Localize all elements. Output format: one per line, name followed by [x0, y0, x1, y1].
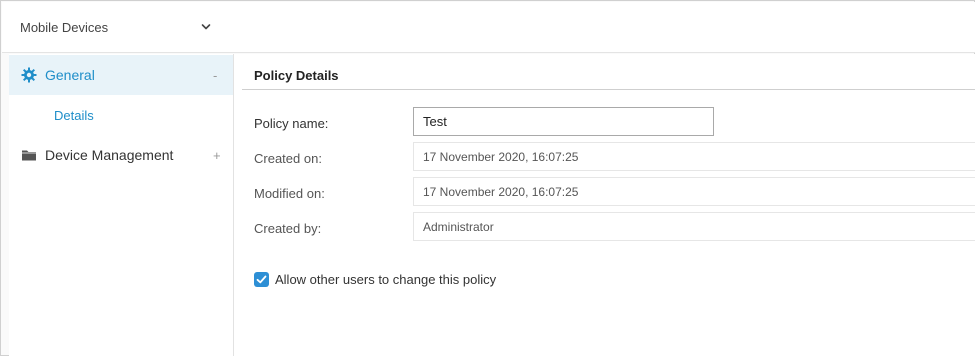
sidebar-item-label: Device Management [45, 147, 174, 163]
allow-change-checkbox[interactable] [254, 272, 269, 287]
sidebar-item-details[interactable]: Details [9, 95, 233, 135]
created-on-label: Created on: [254, 151, 322, 166]
modified-on-value: 17 November 2020, 16:07:25 [413, 177, 975, 206]
checkmark-icon [256, 275, 267, 284]
sidebar-item-label: General [45, 67, 95, 83]
sidebar-item-general[interactable]: General - [9, 55, 233, 95]
folder-icon [22, 150, 36, 161]
selector-label: Mobile Devices [20, 20, 109, 35]
created-on-value: 17 November 2020, 16:07:25 [413, 142, 975, 171]
policy-details-panel: Policy Details Policy name: Test Created… [234, 54, 975, 356]
expand-toggle[interactable]: + [213, 148, 221, 163]
created-by-label: Created by: [254, 221, 322, 236]
collapse-toggle[interactable]: - [213, 68, 217, 83]
policy-name-input[interactable]: Test [413, 107, 714, 136]
sidebar: General - Details Device Management + [9, 54, 233, 356]
sidebar-item-device-management[interactable]: Device Management + [9, 135, 233, 175]
sidebar-item-label: Details [54, 107, 94, 123]
section-title: Policy Details [254, 68, 339, 83]
chevron-down-icon [201, 24, 211, 30]
modified-on-label: Modified on: [254, 186, 325, 201]
gear-icon [21, 67, 37, 83]
mobile-devices-selector[interactable]: Mobile Devices [2, 2, 228, 53]
window: Mobile Devices General - Details Device … [0, 0, 975, 356]
top-bar: Mobile Devices [2, 2, 975, 53]
allow-change-label[interactable]: Allow other users to change this policy [275, 272, 496, 287]
section-divider [242, 89, 975, 90]
created-by-value: Administrator [413, 212, 975, 241]
policy-name-label: Policy name: [254, 116, 329, 131]
